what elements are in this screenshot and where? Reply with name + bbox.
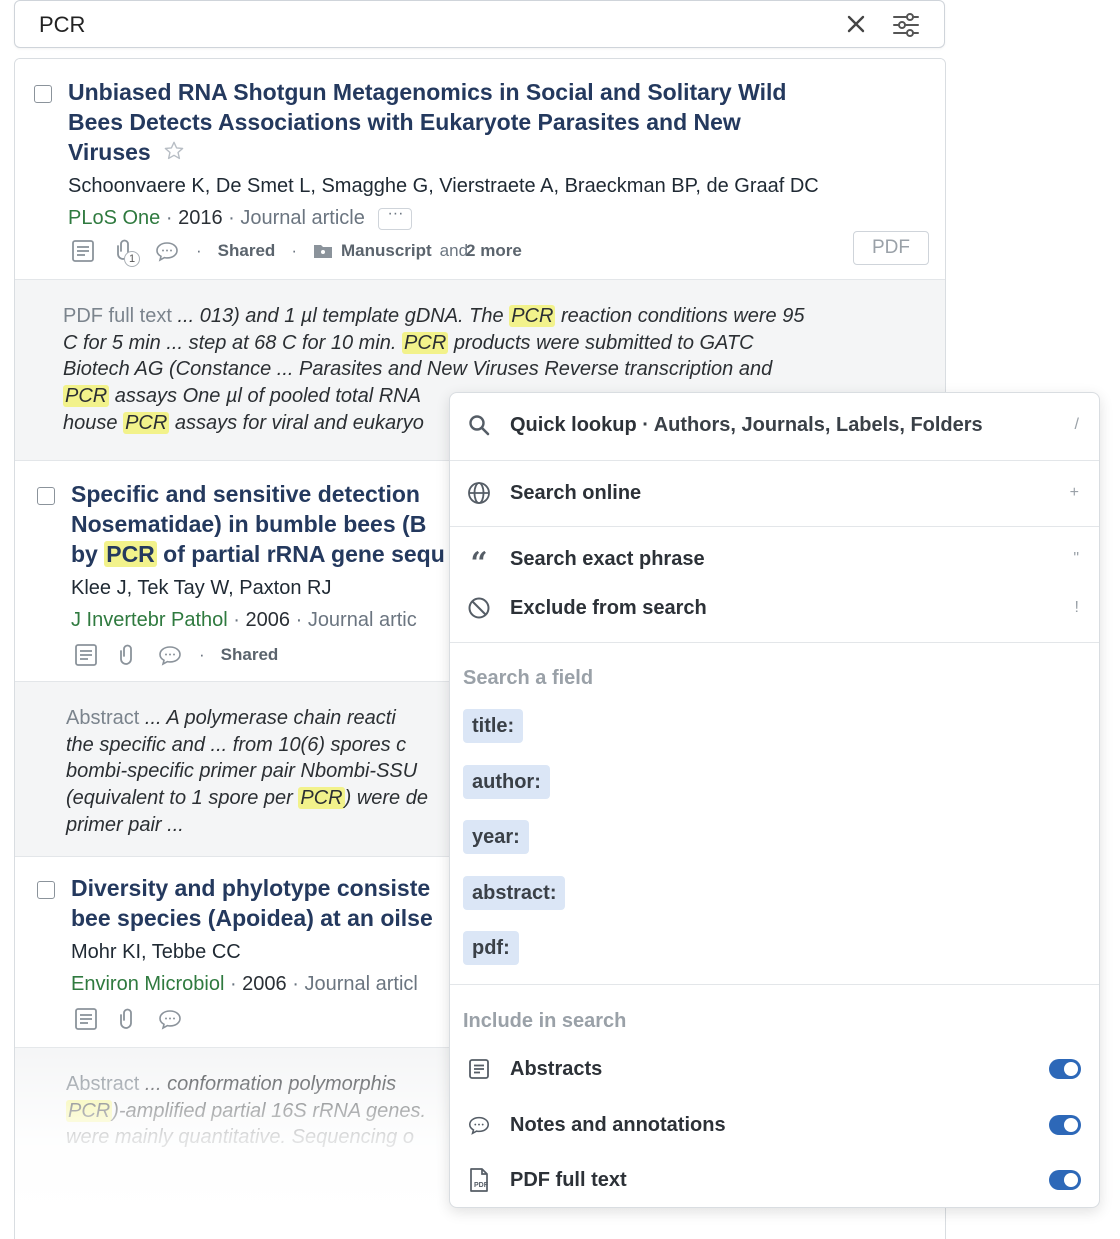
search-highlight: PCR (104, 541, 157, 567)
folder-label[interactable]: Manuscript (341, 241, 432, 261)
notes-toggle[interactable] (1049, 1115, 1081, 1135)
result-meta: PLoS One · 2016 · Journal article ··· (68, 205, 413, 230)
journal-link[interactable]: Environ Microbiol (71, 973, 224, 995)
search-input[interactable]: PCR (39, 12, 85, 38)
search-highlight: PCR (66, 1099, 113, 1122)
abstract-icon[interactable] (70, 238, 96, 264)
more-button[interactable]: ··· (378, 205, 413, 230)
include-notes-option[interactable]: Notes and annotations (450, 1101, 1099, 1149)
folder-icon (313, 245, 332, 258)
attachment-button[interactable]: 1 (112, 237, 140, 267)
abstract-icon[interactable] (73, 642, 99, 668)
clear-search-button[interactable] (844, 12, 868, 36)
search-online-option[interactable]: Search online + (450, 469, 1099, 517)
quick-lookup-option[interactable]: Quick lookup · Authors, Journals, Labels… (450, 401, 1099, 449)
result-actions: 1 · Shared · Manuscript and 2 more (70, 237, 522, 267)
pdf-button[interactable]: PDF (853, 231, 929, 265)
star-icon[interactable] (163, 140, 185, 162)
result-checkbox[interactable] (37, 881, 55, 899)
shortcut-hint: / (1074, 416, 1079, 433)
search-icon (466, 412, 492, 438)
shortcut-hint: ! (1074, 599, 1079, 616)
paperclip-icon[interactable] (115, 1006, 141, 1032)
result-checkbox[interactable] (37, 487, 55, 505)
abstracts-toggle[interactable] (1049, 1059, 1081, 1079)
field-chip-abstract[interactable]: abstract: (463, 876, 566, 910)
prohibited-icon (466, 595, 492, 621)
search-suggestions-dropdown: Quick lookup · Authors, Journals, Labels… (449, 392, 1100, 1208)
search-highlight: PCR (402, 331, 449, 354)
pdf-text-toggle[interactable] (1049, 1170, 1081, 1190)
result-authors: Mohr KI, Tebbe CC (71, 941, 241, 963)
more-folders-link[interactable]: 2 more (466, 241, 522, 261)
comment-icon[interactable] (157, 1006, 183, 1032)
result-authors: Schoonvaere K, De Smet L, Smagghe G, Vie… (68, 175, 819, 197)
journal-link[interactable]: PLoS One (68, 207, 160, 229)
result-title[interactable]: Diversity and phylotype consiste bee spe… (71, 873, 433, 933)
search-bar[interactable]: PCR (14, 0, 945, 48)
shared-label: Shared (217, 241, 276, 260)
exclude-option[interactable]: Exclude from search ! (450, 584, 1099, 632)
shared-label: Shared (220, 645, 279, 664)
result-title[interactable]: Specific and sensitive detection Nosemat… (71, 479, 445, 569)
include-heading: Include in search (463, 1010, 627, 1032)
result-authors: Klee J, Tek Tay W, Paxton RJ (71, 577, 332, 599)
result-actions (73, 1005, 183, 1033)
include-abstracts-option[interactable]: Abstracts (450, 1045, 1099, 1093)
shortcut-hint: + (1069, 484, 1079, 501)
field-chip-title[interactable]: title: (463, 709, 524, 743)
search-highlight: PCR (63, 385, 110, 408)
result-checkbox[interactable] (34, 85, 52, 103)
attachment-count-badge: 1 (124, 251, 140, 267)
abstract-icon (466, 1056, 492, 1082)
field-chip-author[interactable]: author: (463, 765, 550, 799)
result-meta: Environ Microbiol · 2006 · Journal artic… (71, 973, 418, 995)
pdf-file-icon: PDF (466, 1167, 492, 1193)
abstract-icon[interactable] (73, 1006, 99, 1032)
exact-phrase-option[interactable]: “ Search exact phrase " (450, 535, 1099, 583)
search-field-heading: Search a field (463, 667, 594, 689)
comment-icon[interactable] (154, 238, 180, 264)
result-actions: · Shared (73, 641, 278, 669)
field-chip-year[interactable]: year: (463, 820, 529, 854)
field-chip-pdf[interactable]: pdf: (463, 931, 519, 965)
comment-icon[interactable] (157, 642, 183, 668)
close-icon (847, 15, 865, 33)
comment-icon (466, 1112, 492, 1138)
search-options-button[interactable] (892, 12, 920, 38)
quote-icon: “ (470, 546, 488, 581)
globe-icon (466, 480, 492, 506)
result-item[interactable]: Unbiased RNA Shotgun Metagenomics in Soc… (15, 59, 945, 279)
search-highlight: PCR (509, 305, 556, 327)
result-title[interactable]: Unbiased RNA Shotgun Metagenomics in Soc… (68, 77, 786, 167)
include-pdf-option[interactable]: PDF PDF full text (450, 1156, 1099, 1204)
search-highlight: PCR (123, 411, 170, 434)
shortcut-hint: " (1073, 550, 1079, 567)
journal-link[interactable]: J Invertebr Pathol (71, 609, 228, 631)
search-highlight: PCR (298, 787, 345, 810)
sliders-icon (893, 13, 919, 37)
paperclip-icon[interactable] (115, 642, 141, 668)
result-meta: J Invertebr Pathol · 2006 · Journal arti… (71, 609, 417, 631)
